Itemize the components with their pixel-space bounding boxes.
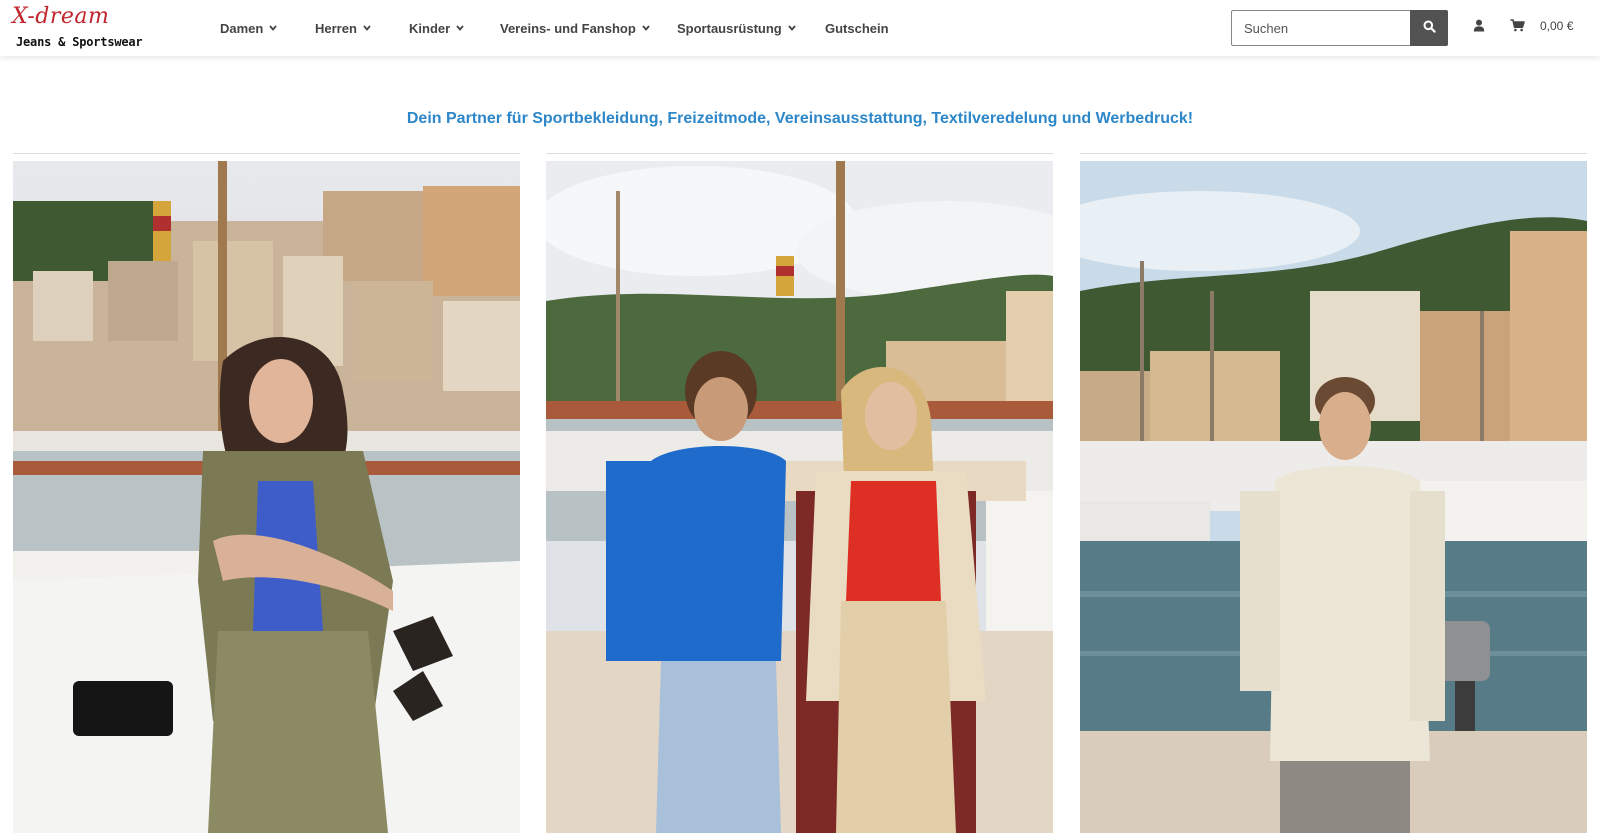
nav-item-label: Gutschein <box>825 20 889 36</box>
promo-tile-kinder <box>546 153 1053 833</box>
nav-item-gutschein[interactable]: Gutschein <box>825 18 889 38</box>
nav-item-label: Kinder <box>409 20 451 36</box>
search-button[interactable] <box>1410 10 1448 46</box>
nav-item-damen[interactable]: Damen <box>220 18 278 38</box>
logo-subtitle: Jeans & Sportswear <box>16 35 143 49</box>
search-bar <box>1231 10 1448 46</box>
chevron-down-icon <box>269 24 278 32</box>
nav-item-label: Sportausrüstung <box>677 20 782 36</box>
divider <box>1080 153 1587 154</box>
promo-tile-herren <box>1080 153 1587 833</box>
divider <box>13 153 520 154</box>
site-header: X-dream Jeans & Sportswear Damen Herren … <box>0 0 1600 56</box>
search-icon <box>1423 20 1436 36</box>
cart-button[interactable] <box>1507 18 1527 38</box>
tagline: Dein Partner für Sportbekleidung, Freize… <box>406 110 1194 127</box>
nav-item-kinder[interactable]: Kinder <box>409 18 464 38</box>
chevron-down-icon <box>363 24 371 32</box>
account-button[interactable] <box>1469 18 1489 38</box>
promo-tile-damen <box>13 153 520 833</box>
divider <box>546 153 1053 154</box>
cart-icon <box>1510 19 1525 37</box>
chevron-down-icon <box>642 24 650 32</box>
nav-item-sportausruestung[interactable]: Sportausrüstung <box>677 18 796 38</box>
herren-harbor-photo[interactable] <box>1080 161 1587 833</box>
brand-logo[interactable]: X-dream Jeans & Sportswear <box>12 4 162 50</box>
user-icon <box>1473 19 1485 37</box>
nav-item-label: Herren <box>315 20 357 36</box>
cart-total[interactable]: 0,00 € <box>1540 19 1573 33</box>
nav-item-herren[interactable]: Herren <box>315 18 371 38</box>
search-input[interactable] <box>1231 10 1410 46</box>
logo-script-text: X-dream <box>12 4 110 29</box>
kinder-harbor-photo[interactable] <box>546 161 1053 833</box>
chevron-down-icon <box>456 24 464 32</box>
nav-item-vereins-fanshop[interactable]: Vereins- und Fanshop <box>500 18 650 38</box>
chevron-down-icon <box>788 24 796 32</box>
damen-harbor-photo[interactable] <box>13 161 520 833</box>
nav-item-label: Vereins- und Fanshop <box>500 20 636 36</box>
nav-item-label: Damen <box>220 20 264 36</box>
